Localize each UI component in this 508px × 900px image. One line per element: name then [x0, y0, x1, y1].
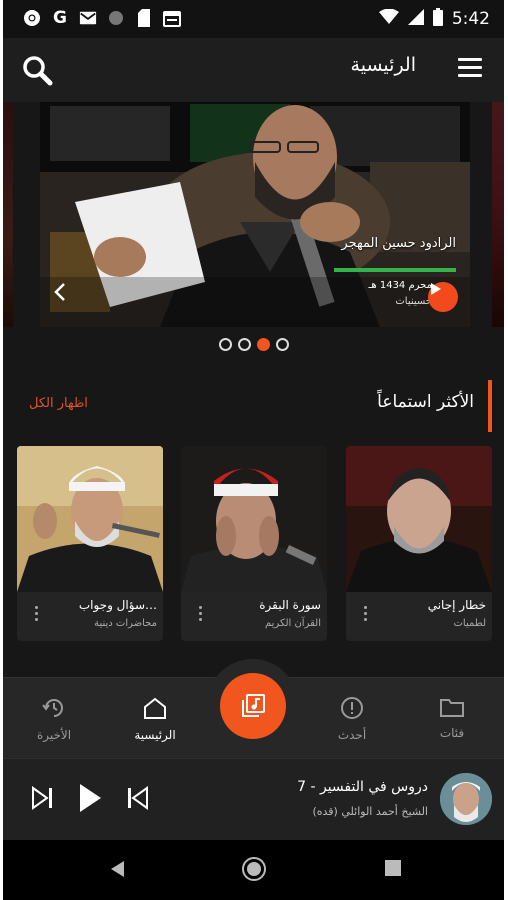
carousel-dot[interactable]: [276, 338, 289, 351]
app-bar: الرئيسية: [3, 38, 504, 102]
nav-recent[interactable]: الأخيرة: [19, 696, 89, 742]
featured-slide-image: [40, 102, 470, 327]
search-icon[interactable]: [21, 54, 53, 86]
carousel-dot[interactable]: [238, 338, 251, 351]
card-1[interactable]: خطار إجاني لطميات: [346, 446, 492, 641]
featured-carousel[interactable]: الرادود حسين المهجر محرم 1434 هـ حسينيات: [3, 102, 504, 327]
g-icon: G: [53, 8, 67, 28]
card-subtitle: محاضرات دينية: [94, 618, 157, 629]
mail-icon: [79, 9, 97, 27]
play-icon[interactable]: [428, 282, 458, 312]
card-subtitle: لطميات: [453, 618, 486, 629]
home-icon: [144, 697, 166, 719]
nav-home-label: الرئيسية: [134, 728, 176, 742]
chrome-icon: [23, 9, 41, 27]
slide-category: حسينيات: [395, 296, 432, 307]
sd-icon: [135, 9, 153, 27]
page-title: الرئيسية: [350, 54, 416, 76]
library-music-button[interactable]: [220, 673, 286, 739]
back-icon[interactable]: [109, 860, 125, 882]
signal-icon: [407, 9, 424, 29]
skip-previous-icon[interactable]: [125, 785, 151, 815]
play-pause-icon[interactable]: [77, 782, 103, 818]
skip-next-icon[interactable]: [29, 785, 55, 815]
wifi-icon: [378, 8, 399, 29]
info-alert-icon: [341, 697, 363, 719]
mini-player[interactable]: دروس في التفسير - 7 الشيخ أحمد الوائلي (…: [3, 758, 504, 840]
library-music-icon: [242, 694, 265, 717]
more-vert-icon[interactable]: [35, 606, 39, 626]
show-all-link[interactable]: اظهار الكل: [29, 396, 88, 411]
most-listened-list: خطار إجاني لطميات سورة البقرة القرآن الك…: [3, 446, 504, 642]
now-playing-artist: الشيخ أحمد الوائلي (قده): [312, 805, 428, 818]
carousel-indicators: [219, 338, 289, 351]
card-title: خطار إجاني: [427, 598, 486, 612]
card-title: سؤال وجواب…: [78, 598, 157, 612]
section-accent-bar: [488, 380, 492, 432]
card-image: [17, 446, 163, 592]
card-image: [181, 446, 327, 592]
now-playing-avatar: [440, 773, 492, 825]
previous-slide-peek[interactable]: [3, 102, 13, 327]
calendar-icon: [163, 9, 181, 27]
nav-categories-label: فئات: [439, 726, 465, 740]
section-header: اظهار الكل الأكثر استماعاً: [3, 378, 504, 434]
nav-categories[interactable]: فئات: [417, 696, 487, 740]
now-playing-title: دروس في التفسير - 7: [297, 779, 428, 795]
folder-icon: [440, 699, 464, 717]
slide-date: محرم 1434 هـ: [368, 280, 432, 291]
more-vert-icon[interactable]: [199, 606, 203, 626]
featured-slide[interactable]: الرادود حسين المهجر محرم 1434 هـ حسينيات: [40, 102, 470, 327]
card-2[interactable]: سورة البقرة القرآن الكريم: [181, 446, 327, 641]
nav-home[interactable]: الرئيسية: [120, 696, 190, 742]
section-title: الأكثر استماعاً: [377, 392, 474, 412]
clock: 5:42: [451, 9, 490, 29]
card-subtitle: القرآن الكريم: [264, 618, 321, 629]
slide-title: الرادود حسين المهجر: [341, 236, 456, 251]
slide-divider: [334, 268, 456, 272]
card-3[interactable]: سؤال وجواب… محاضرات دينية: [17, 446, 163, 641]
home-system-icon[interactable]: [241, 856, 267, 886]
carousel-dot[interactable]: [219, 338, 232, 351]
card-image: [346, 446, 492, 592]
battery-icon: [432, 8, 443, 30]
app-screen: G 5:42 الرئيسية الرادود حسين المهجر محرم…: [3, 0, 504, 900]
history-icon: [42, 699, 63, 717]
next-slide-peek[interactable]: [492, 102, 504, 327]
nav-latest[interactable]: أحدث: [317, 696, 387, 742]
more-vert-icon[interactable]: [364, 606, 368, 626]
status-bar: G 5:42: [3, 0, 504, 38]
card-title: سورة البقرة: [259, 598, 321, 612]
recents-icon[interactable]: [385, 860, 401, 880]
menu-icon[interactable]: [458, 58, 482, 78]
carousel-dot-active[interactable]: [257, 338, 270, 351]
system-navigation-bar: [3, 840, 504, 900]
nav-recent-label: الأخيرة: [36, 728, 72, 742]
nav-latest-label: أحدث: [337, 728, 367, 742]
circle-icon: [107, 9, 125, 27]
